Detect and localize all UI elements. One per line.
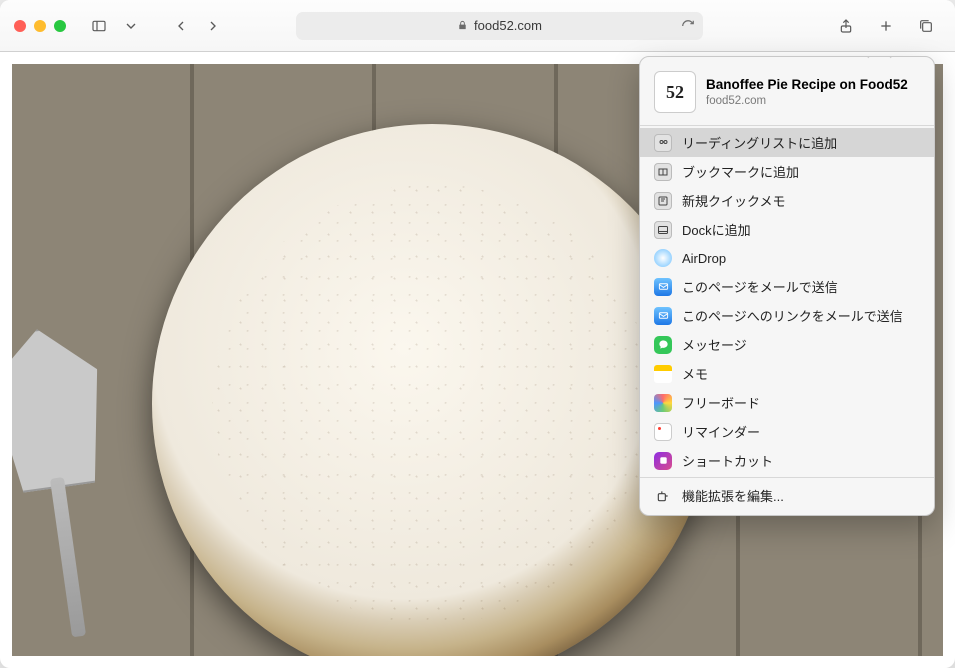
minimize-window-button[interactable] — [34, 20, 46, 32]
toolbar: food52.com — [0, 0, 955, 52]
share-item-mail-page[interactable]: このページをメールで送信 — [640, 272, 934, 301]
notes-icon — [654, 365, 672, 383]
extension-icon — [654, 487, 672, 505]
freeform-icon — [654, 394, 672, 412]
dock-icon — [654, 221, 672, 239]
share-item-label: メッセージ — [682, 335, 747, 354]
tabs-icon — [918, 18, 934, 34]
share-item-label: このページをメールで送信 — [682, 277, 838, 296]
sidebar-toggle-button[interactable] — [84, 13, 114, 39]
share-item-label: Dockに追加 — [682, 220, 751, 239]
share-item-label: フリーボード — [682, 393, 760, 412]
shortcuts-icon — [654, 452, 672, 470]
reminders-icon — [654, 423, 672, 441]
share-item-label: AirDrop — [682, 251, 726, 266]
share-item-messages[interactable]: メッセージ — [640, 330, 934, 359]
reading-list-icon — [654, 134, 672, 152]
share-item-quicknote[interactable]: 新規クイックメモ — [640, 186, 934, 215]
bookmark-icon — [654, 163, 672, 181]
divider — [640, 477, 934, 478]
share-item-label: リーディングリストに追加 — [682, 133, 837, 152]
share-item-label: ショートカット — [682, 451, 773, 470]
back-button[interactable] — [166, 13, 196, 39]
share-item-mail-link[interactable]: このページへのリンクをメールで送信 — [640, 301, 934, 330]
share-item-label: 新規クイックメモ — [682, 191, 785, 210]
share-item-dock[interactable]: Dockに追加 — [640, 215, 934, 244]
share-item-airdrop[interactable]: AirDrop — [640, 244, 934, 272]
share-item-label: このページへのリンクをメールで送信 — [682, 306, 903, 325]
safari-window: food52.com 52 Bano — [0, 0, 955, 668]
share-item-freeform[interactable]: フリーボード — [640, 388, 934, 417]
share-item-reminders[interactable]: リマインダー — [640, 417, 934, 446]
share-item-label: リマインダー — [682, 422, 760, 441]
close-window-button[interactable] — [14, 20, 26, 32]
spatula-image — [12, 313, 186, 556]
share-popover: 52 Banoffee Pie Recipe on Food52 food52.… — [639, 56, 935, 516]
share-header: 52 Banoffee Pie Recipe on Food52 food52.… — [640, 57, 934, 123]
chevron-right-icon — [205, 18, 221, 34]
messages-icon — [654, 336, 672, 354]
quicknote-icon — [654, 192, 672, 210]
nav-buttons — [166, 13, 228, 39]
mail-icon — [654, 278, 672, 296]
mail-link-icon — [654, 307, 672, 325]
divider — [640, 125, 934, 126]
plus-icon — [878, 18, 894, 34]
tab-overview-button[interactable] — [911, 13, 941, 39]
share-item-reading-list[interactable]: リーディングリストに追加 — [640, 128, 934, 157]
pie-image — [152, 124, 712, 656]
share-button[interactable] — [831, 13, 861, 39]
zoom-window-button[interactable] — [54, 20, 66, 32]
share-item-bookmark[interactable]: ブックマークに追加 — [640, 157, 934, 186]
address-bar[interactable]: food52.com — [296, 12, 703, 40]
share-title: Banoffee Pie Recipe on Food52 — [706, 77, 908, 94]
airdrop-icon — [654, 249, 672, 267]
address-text: food52.com — [474, 18, 542, 33]
sidebar-icon — [91, 18, 107, 34]
lock-icon — [457, 20, 468, 31]
share-item-label: メモ — [682, 364, 708, 383]
share-item-label: ブックマークに追加 — [682, 162, 799, 181]
reload-icon[interactable] — [681, 19, 695, 33]
forward-button[interactable] — [198, 13, 228, 39]
share-item-notes[interactable]: メモ — [640, 359, 934, 388]
sidebar-menu-button[interactable] — [122, 13, 140, 39]
share-item-shortcuts[interactable]: ショートカット — [640, 446, 934, 475]
share-icon — [838, 18, 854, 34]
window-controls — [14, 20, 66, 32]
chevron-left-icon — [173, 18, 189, 34]
share-domain: food52.com — [706, 95, 908, 107]
share-footer-label: 機能拡張を編集... — [682, 486, 784, 505]
share-thumbnail: 52 — [654, 71, 696, 113]
new-tab-button[interactable] — [871, 13, 901, 39]
chevron-down-icon — [123, 18, 139, 34]
share-edit-extensions[interactable]: 機能拡張を編集... — [640, 480, 934, 515]
